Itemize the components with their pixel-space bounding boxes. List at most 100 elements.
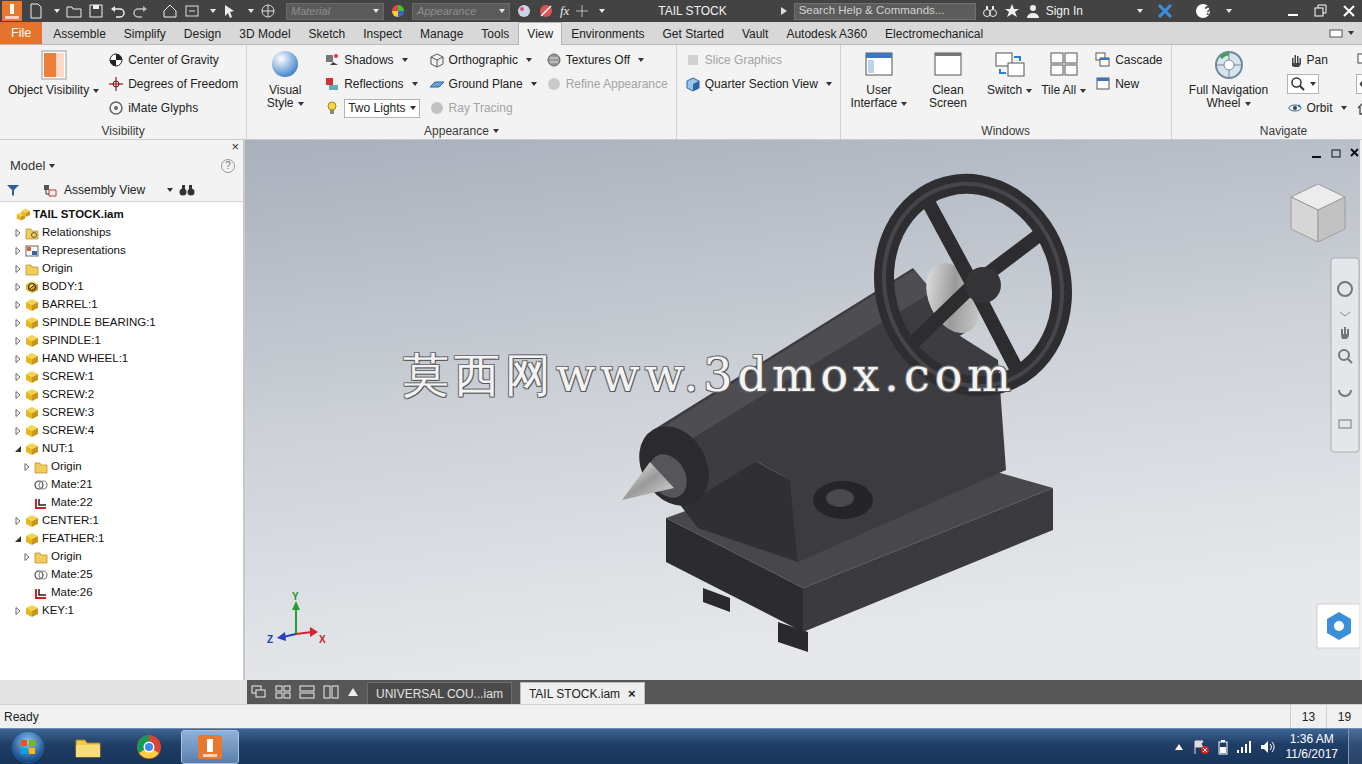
document-list-icon[interactable] <box>347 686 359 698</box>
ribbon-tab[interactable]: Autodesk A360 <box>777 22 876 44</box>
account-dropdown-icon[interactable] <box>1137 9 1143 13</box>
globe-icon[interactable] <box>260 3 276 19</box>
ribbon-dropdown-caret-icon[interactable] <box>1026 89 1032 93</box>
ribbon-tab[interactable]: Get Started <box>654 22 733 44</box>
expand-search-icon[interactable] <box>780 6 788 16</box>
taskbar-button[interactable] <box>59 730 117 764</box>
taskbar-button[interactable] <box>120 730 178 764</box>
taskbar-button[interactable] <box>181 730 239 764</box>
help-dropdown-icon[interactable] <box>1226 9 1232 13</box>
assembly-view-icon[interactable] <box>42 182 58 198</box>
tree-item[interactable]: Relationships <box>0 224 243 242</box>
tree-item[interactable]: Origin <box>0 458 243 476</box>
appearance-caret-icon[interactable] <box>499 9 505 13</box>
expand-arrow-icon[interactable] <box>13 390 23 400</box>
browser-title-caret-icon[interactable] <box>49 164 55 168</box>
tree-item[interactable]: SCREW:3 <box>0 404 243 422</box>
ribbon-tab[interactable]: Assemble <box>44 22 115 44</box>
ribbon-dropdown-caret-icon[interactable] <box>1310 82 1316 86</box>
ribbon-small-button[interactable]: Shadows <box>321 48 422 72</box>
ribbon-small-button[interactable]: Ray Tracing <box>426 96 540 120</box>
tree-item[interactable]: BARREL:1 <box>0 296 243 314</box>
tree-item[interactable]: Mate:22 <box>0 494 243 512</box>
ribbon-tab[interactable]: Environments <box>562 22 653 44</box>
tree-item[interactable]: SCREW:4 <box>0 422 243 440</box>
expand-arrow-icon[interactable] <box>13 300 23 310</box>
expand-arrow-icon[interactable] <box>13 282 23 292</box>
close-icon[interactable] <box>1342 4 1356 18</box>
ribbon-dropdown-caret-icon[interactable] <box>402 58 408 62</box>
color-wheel-icon[interactable] <box>390 3 406 19</box>
ribbon-small-button[interactable] <box>1353 96 1362 120</box>
appearance-dropdown[interactable]: Appearance <box>412 3 510 20</box>
ribbon-small-button[interactable]: Ground Plane <box>426 72 540 96</box>
tile-horizontal-icon[interactable] <box>299 685 315 699</box>
start-button-icon[interactable] <box>8 730 48 764</box>
ribbon-dropdown-caret-icon[interactable] <box>901 102 907 106</box>
ribbon-tab[interactable]: 3D Model <box>230 22 299 44</box>
document-close-button[interactable]: × <box>628 684 636 704</box>
ribbon-tab[interactable]: Manage <box>411 22 472 44</box>
ribbon-small-button[interactable]: Slice Graphics <box>682 48 835 72</box>
action-center-flag-icon[interactable] <box>1192 739 1210 755</box>
tree-item[interactable]: Mate:26 <box>0 584 243 602</box>
ribbon-display-icon[interactable] <box>1328 25 1344 41</box>
minimize-icon[interactable] <box>1286 4 1300 18</box>
clear-appearance-icon[interactable] <box>538 3 554 19</box>
tile-windows-icon[interactable] <box>275 685 291 699</box>
help-button[interactable]: ? <box>1200 2 1216 20</box>
expand-arrow-icon[interactable] <box>13 408 23 418</box>
save-icon[interactable] <box>88 3 104 19</box>
ribbon-dropdown-caret-icon[interactable] <box>531 82 537 86</box>
ribbon-dropdown-caret-icon[interactable] <box>93 89 99 93</box>
expand-arrow-icon[interactable] <box>13 354 23 364</box>
ribbon-button[interactable]: Switch <box>984 45 1035 97</box>
browser-close-button[interactable]: × <box>231 140 239 154</box>
expand-arrow-icon[interactable] <box>13 336 23 346</box>
tree-item[interactable]: SPINDLE:1 <box>0 332 243 350</box>
exchange-apps-icon[interactable] <box>1157 3 1173 19</box>
ribbon-tab[interactable]: Design <box>175 22 230 44</box>
ribbon-small-button[interactable]: Quarter Section View <box>682 72 835 96</box>
ribbon-small-button[interactable]: Orthographic <box>426 48 540 72</box>
ribbon-button[interactable]: Clean Screen <box>915 45 981 110</box>
parameters-button[interactable]: fx <box>560 1 569 21</box>
undo-icon[interactable] <box>110 3 126 19</box>
browser-view-label[interactable]: Assembly View <box>64 181 145 199</box>
ribbon-small-button[interactable] <box>1353 72 1362 96</box>
ribbon-tab[interactable]: Inspect <box>354 22 411 44</box>
ribbon-tab[interactable]: Vault <box>733 22 777 44</box>
ribbon-button[interactable]: Visual Style <box>252 45 318 110</box>
filter-icon[interactable] <box>6 183 20 197</box>
restore-icon[interactable] <box>1314 4 1328 18</box>
ribbon-dropdown-caret-icon[interactable] <box>412 82 418 86</box>
show-hidden-icons-icon[interactable] <box>1174 743 1184 751</box>
ribbon-tab[interactable]: View <box>518 22 562 45</box>
ribbon-small-button[interactable]: Degrees of Freedom <box>105 72 241 96</box>
tree-item[interactable]: Mate:25 <box>0 566 243 584</box>
ribbon-combo[interactable]: Two Lights <box>321 96 422 120</box>
expand-arrow-icon[interactable] <box>13 444 23 454</box>
add-icon[interactable] <box>575 4 589 18</box>
new-file-icon[interactable] <box>28 3 44 19</box>
ribbon-button[interactable]: Tile All <box>1038 45 1089 97</box>
expand-arrow-icon[interactable] <box>13 228 23 238</box>
search-binoculars-icon[interactable] <box>982 3 998 19</box>
ribbon-dropdown-caret-icon[interactable] <box>1341 106 1347 110</box>
tree-item[interactable]: SPINDLE BEARING:1 <box>0 314 243 332</box>
ribbon-small-button[interactable]: Cascade <box>1092 48 1165 72</box>
home-icon[interactable] <box>162 3 178 19</box>
tree-item[interactable]: Mate:21 <box>0 476 243 494</box>
ribbon-small-button[interactable] <box>1353 48 1362 72</box>
ribbon-group-label[interactable]: Appearance <box>252 123 671 139</box>
ribbon-small-button[interactable]: Textures Off <box>543 48 671 72</box>
tree-item[interactable]: FEATHER:1 <box>0 530 243 548</box>
ribbon-tab[interactable]: Simplify <box>115 22 175 44</box>
model-canvas[interactable] <box>245 140 1360 680</box>
user-icon[interactable] <box>1026 4 1040 18</box>
ribbon-display-toggle[interactable] <box>1328 22 1354 44</box>
view-dropdown-caret-icon[interactable] <box>167 188 173 192</box>
tree-item[interactable]: Origin <box>0 260 243 278</box>
ribbon-dropdown-caret-icon[interactable] <box>1245 102 1251 106</box>
redo-icon[interactable] <box>132 3 148 19</box>
